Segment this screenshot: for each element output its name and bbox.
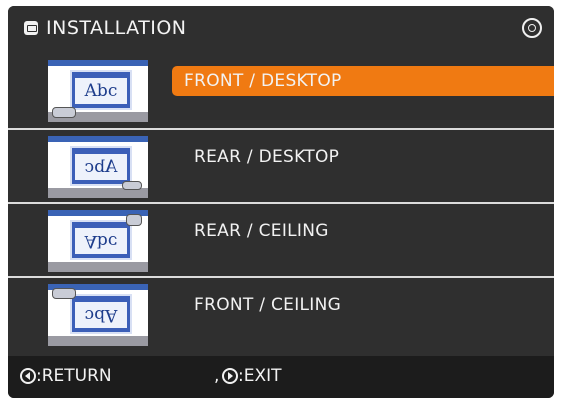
option-label: REAR / CEILING [194, 221, 329, 241]
footer-bar: :RETURN , :EXIT [8, 356, 554, 398]
thumbnail-text: Abc [75, 302, 127, 328]
projector-icon [122, 181, 142, 190]
exit-label: :EXIT [238, 366, 282, 386]
thumbnail-text: Abc [75, 78, 127, 104]
option-rear-ceiling[interactable]: Abc REAR / CEILING [8, 202, 554, 276]
front-ceiling-thumbnail: Abc [48, 284, 148, 346]
front-desktop-thumbnail: Abc [48, 60, 148, 122]
title-bar: INSTALLATION [8, 6, 554, 52]
option-label: FRONT / CEILING [194, 295, 342, 315]
rear-desktop-thumbnail: Abc [48, 136, 148, 198]
option-label: REAR / DESKTOP [194, 147, 340, 167]
left-key-icon [20, 368, 36, 384]
menu-title: INSTALLATION [46, 17, 187, 39]
option-rear-desktop[interactable]: Abc REAR / DESKTOP [8, 128, 554, 202]
projector-icon [52, 288, 76, 299]
option-label: FRONT / DESKTOP [172, 66, 554, 96]
installation-menu: INSTALLATION Abc FRONT / DESKTOP Abc REA… [8, 6, 554, 398]
option-front-desktop[interactable]: Abc FRONT / DESKTOP [8, 54, 554, 128]
rear-ceiling-thumbnail: Abc [48, 210, 148, 272]
right-key-icon [222, 368, 238, 384]
nav-cross-icon [522, 18, 542, 38]
menu-icon [24, 21, 38, 35]
thumbnail-text: Abc [75, 228, 127, 254]
option-front-ceiling[interactable]: Abc FRONT / CEILING [8, 276, 554, 350]
projector-icon [126, 214, 142, 226]
installation-options: Abc FRONT / DESKTOP Abc REAR / DESKTOP A… [8, 54, 554, 350]
footer-separator: , [214, 366, 220, 386]
return-label: :RETURN [36, 366, 112, 386]
thumbnail-text: Abc [75, 154, 127, 180]
projector-icon [52, 107, 76, 118]
